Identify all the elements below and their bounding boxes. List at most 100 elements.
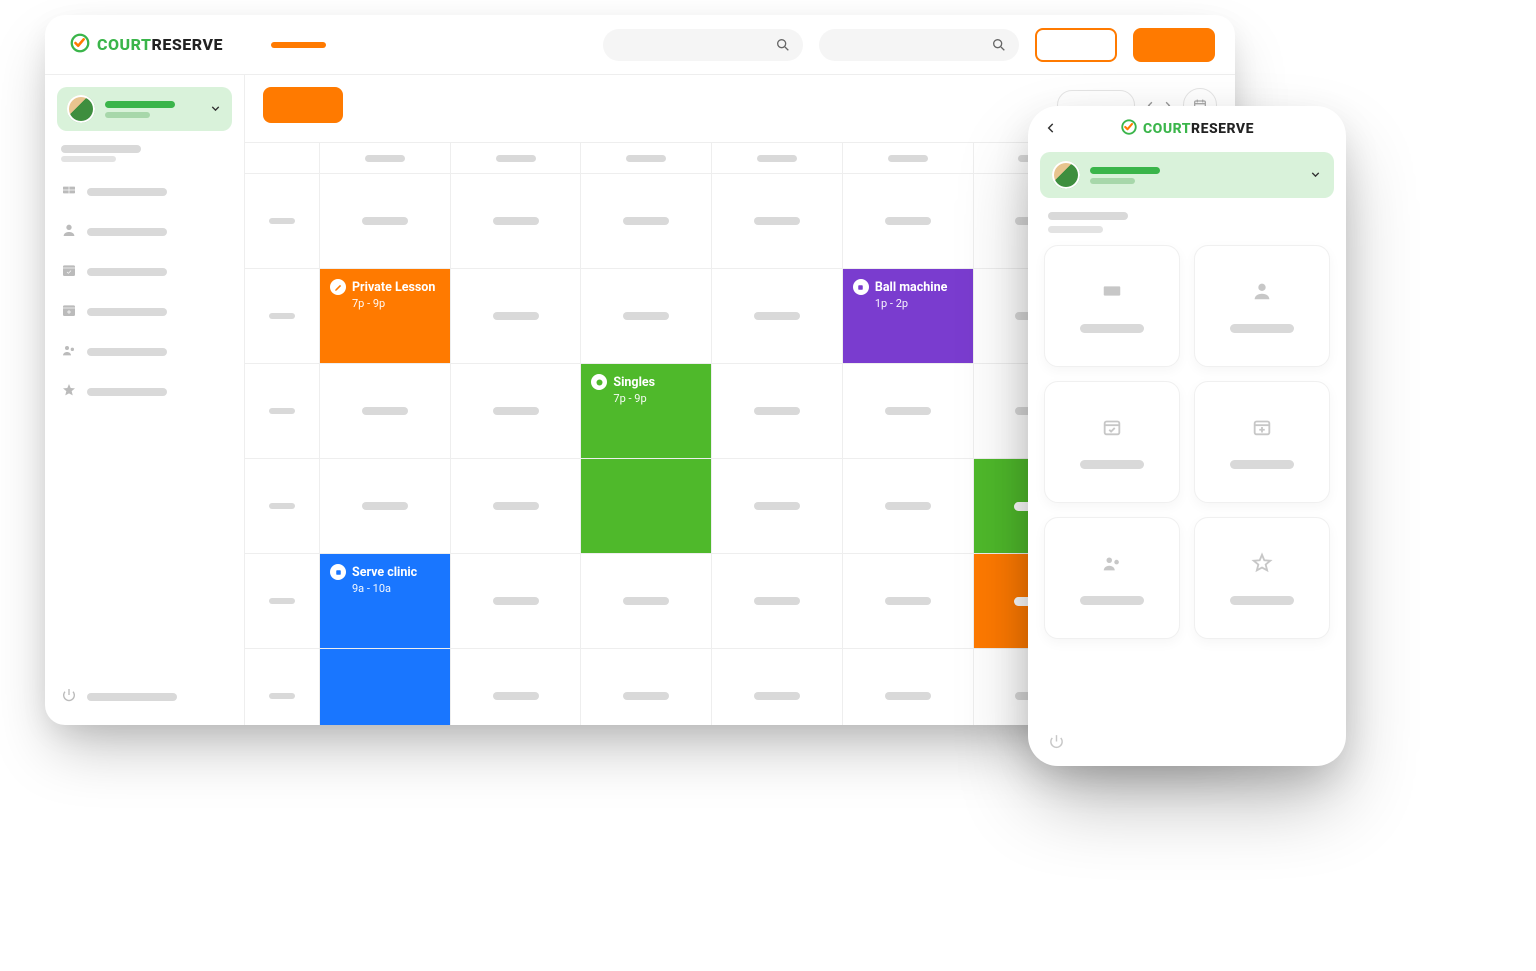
search-input-1[interactable] xyxy=(603,29,803,61)
grid-cell[interactable] xyxy=(320,173,451,268)
calendar-check-icon xyxy=(61,262,77,282)
logo-text-b: RESERVE xyxy=(152,35,223,54)
tile-courts[interactable] xyxy=(1044,245,1180,367)
calendar-check-icon xyxy=(1101,416,1123,442)
grid-cell[interactable] xyxy=(712,268,843,363)
grid-cell[interactable] xyxy=(451,363,582,458)
grid-cell[interactable] xyxy=(451,553,582,648)
grid-cell[interactable] xyxy=(843,648,974,725)
grid-cell[interactable] xyxy=(581,458,712,553)
tile-favorites[interactable] xyxy=(1194,517,1330,639)
avatar xyxy=(67,95,95,123)
grid-cell[interactable] xyxy=(712,363,843,458)
sidebar-item-label xyxy=(87,268,167,276)
grid-cell[interactable] xyxy=(451,648,582,725)
logo-checkmark-icon xyxy=(69,32,91,58)
grid-corner xyxy=(245,143,320,173)
active-tab-indicator xyxy=(271,42,326,48)
avatar xyxy=(1052,161,1080,189)
group-icon xyxy=(1101,552,1123,578)
grid-cell[interactable]: Serve clinic 9a - 10a xyxy=(320,553,451,648)
grid-cell[interactable] xyxy=(581,173,712,268)
time-label xyxy=(245,363,320,458)
grid-cell[interactable] xyxy=(712,648,843,725)
user-card[interactable] xyxy=(57,87,232,131)
sidebar-item-label xyxy=(87,188,167,196)
grid-cell[interactable] xyxy=(712,553,843,648)
logo[interactable]: COURTRESERVE xyxy=(45,32,245,58)
mobile-footer-logout[interactable] xyxy=(1028,721,1346,766)
event-ball-machine[interactable]: Ball machine 1p - 2p xyxy=(843,269,973,364)
header-outline-button[interactable] xyxy=(1035,28,1117,62)
time-label xyxy=(245,553,320,648)
back-button[interactable] xyxy=(1044,120,1058,139)
star-icon xyxy=(61,382,77,402)
grid-cell[interactable] xyxy=(451,173,582,268)
tile-events[interactable] xyxy=(1194,381,1330,503)
grid-cell[interactable]: Ball machine 1p - 2p xyxy=(843,268,974,363)
group-icon xyxy=(61,342,77,362)
user-sub-placeholder xyxy=(105,112,150,118)
grid-cell[interactable] xyxy=(712,173,843,268)
grid-cell[interactable] xyxy=(843,553,974,648)
grid-cell[interactable] xyxy=(843,458,974,553)
header-primary-button[interactable] xyxy=(1133,28,1215,62)
user-name-placeholder xyxy=(1090,167,1160,174)
user-sub-placeholder xyxy=(1090,178,1135,184)
court-icon xyxy=(61,182,77,202)
grid-header-cell xyxy=(320,143,451,173)
sidebar-item-label xyxy=(87,308,167,316)
grid-cell[interactable] xyxy=(451,458,582,553)
power-icon xyxy=(61,687,77,707)
tile-members[interactable] xyxy=(1194,245,1330,367)
time-label xyxy=(245,173,320,268)
grid-cell[interactable] xyxy=(581,553,712,648)
tile-groups[interactable] xyxy=(1044,517,1180,639)
sidebar-item-dashboard[interactable] xyxy=(57,139,232,168)
grid-cell[interactable] xyxy=(843,173,974,268)
mobile-frame: COURTRESERVE xyxy=(1028,106,1346,766)
sidebar-item-members[interactable] xyxy=(57,216,232,248)
sidebar-item-groups[interactable] xyxy=(57,336,232,368)
ball-icon xyxy=(591,374,607,390)
user-icon xyxy=(1251,280,1273,306)
grid-cell[interactable] xyxy=(451,268,582,363)
time-label xyxy=(245,648,320,725)
grid-header-cell xyxy=(451,143,582,173)
sidebar-item-favorites[interactable] xyxy=(57,376,232,408)
tile-reservations[interactable] xyxy=(1044,381,1180,503)
sidebar-item-label xyxy=(87,348,167,356)
new-reservation-button[interactable] xyxy=(263,87,343,123)
sidebar-item-events[interactable] xyxy=(57,296,232,328)
grid-cell[interactable]: Singles 7p - 9p xyxy=(581,363,712,458)
grid-cell[interactable] xyxy=(581,648,712,725)
pencil-icon xyxy=(330,279,346,295)
grid-cell[interactable] xyxy=(320,363,451,458)
chevron-down-icon xyxy=(1309,166,1322,185)
user-icon xyxy=(61,222,77,242)
sidebar xyxy=(45,75,245,725)
grid-cell[interactable] xyxy=(320,458,451,553)
sidebar-item-reservations[interactable] xyxy=(57,256,232,288)
sidebar-item-courts[interactable] xyxy=(57,176,232,208)
grid-cell[interactable] xyxy=(581,268,712,363)
event-private-lesson[interactable]: Private Lesson 7p - 9p xyxy=(320,269,450,364)
logo-text-a: COURT xyxy=(97,35,152,54)
user-name-placeholder xyxy=(105,101,175,108)
star-icon xyxy=(1251,552,1273,578)
sidebar-footer-logout[interactable] xyxy=(57,681,232,713)
sidebar-item-label xyxy=(87,228,167,236)
mobile-user-card[interactable] xyxy=(1040,152,1334,198)
mobile-header: COURTRESERVE xyxy=(1028,106,1346,152)
mobile-title xyxy=(1028,198,1346,239)
grid-cell[interactable]: Private Lesson 7p - 9p xyxy=(320,268,451,363)
grid-cell[interactable] xyxy=(843,363,974,458)
topbar: COURTRESERVE xyxy=(45,15,1235,75)
calendar-plus-icon xyxy=(61,302,77,322)
search-input-2[interactable] xyxy=(819,29,1019,61)
grid-header-cell xyxy=(843,143,974,173)
sidebar-footer-label xyxy=(87,693,177,701)
grid-header-cell xyxy=(581,143,712,173)
grid-cell[interactable] xyxy=(320,648,451,725)
grid-cell[interactable] xyxy=(712,458,843,553)
